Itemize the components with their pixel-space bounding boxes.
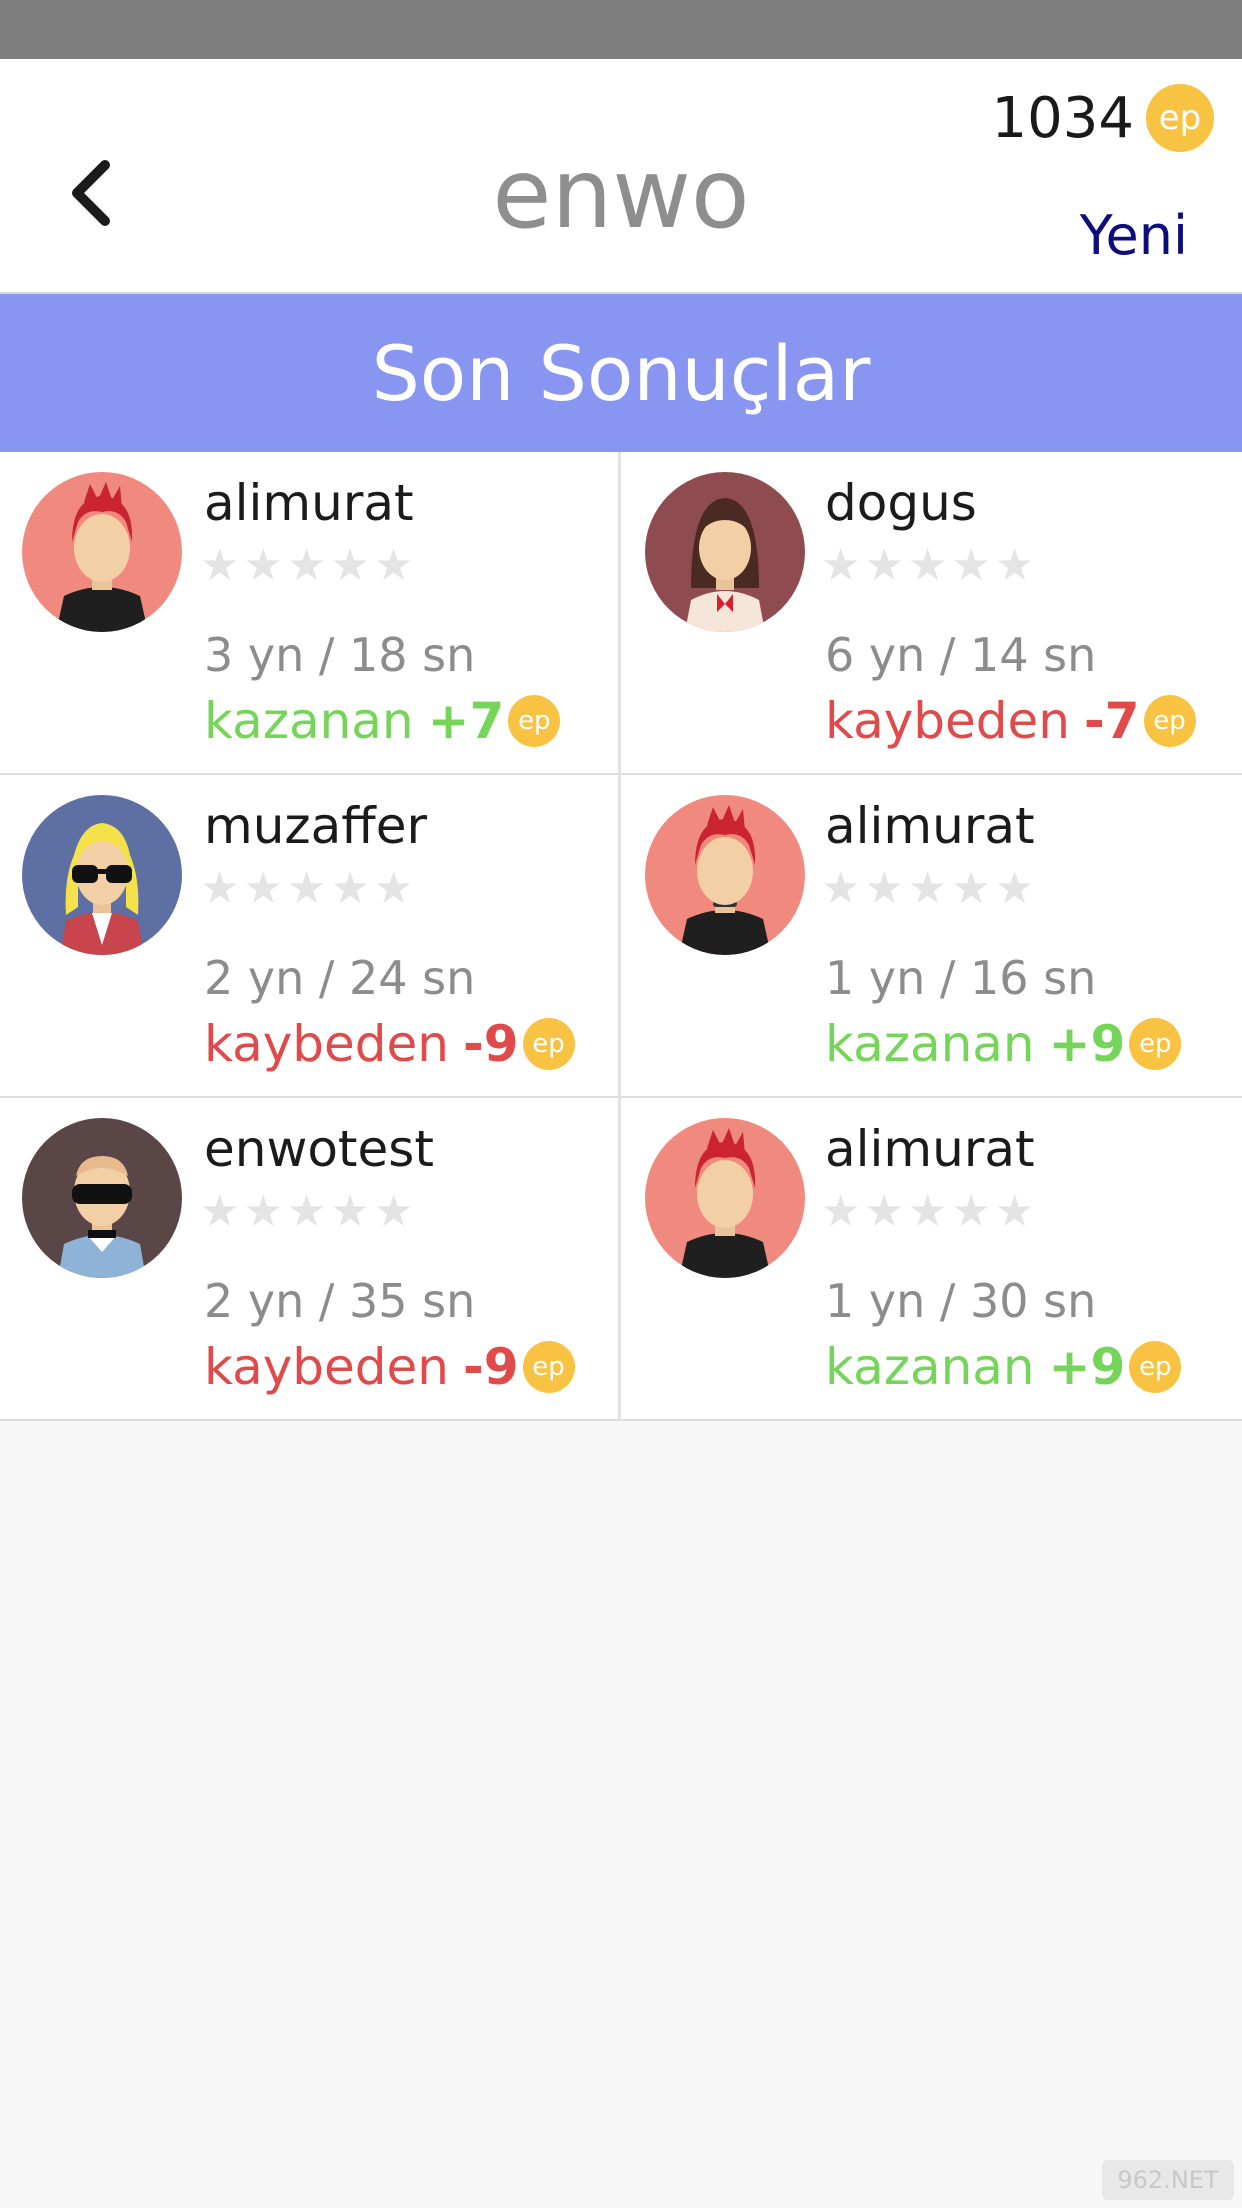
username: muzaffer	[204, 797, 428, 855]
star-icon: ★	[994, 1186, 1035, 1237]
star-rating: ★ ★ ★ ★ ★	[821, 867, 1038, 911]
points-delta: -7	[1084, 692, 1140, 750]
star-icon: ★	[994, 540, 1035, 591]
star-icon: ★	[994, 863, 1035, 914]
match-result: kazanan +9 ep	[825, 1013, 1182, 1075]
result-card[interactable]: enwotest ★ ★ ★ ★ ★ 2 yn / 35 sn kaybeden…	[0, 1098, 621, 1421]
points-delta: -9	[463, 1015, 519, 1073]
match-result: kaybeden -9 ep	[204, 1013, 575, 1075]
star-rating: ★ ★ ★ ★ ★	[821, 1190, 1038, 1234]
star-rating: ★ ★ ★ ★ ★	[821, 544, 1038, 588]
star-icon: ★	[864, 540, 904, 591]
section-banner: Son Sonuçlar	[0, 294, 1242, 452]
points-delta: +7	[427, 692, 505, 750]
username: alimurat	[825, 1120, 1035, 1178]
page-title: enwo	[492, 138, 750, 250]
username: dogus	[825, 474, 977, 532]
ep-coin-icon: ep	[522, 1341, 575, 1393]
ep-coin-icon: ep	[1146, 84, 1214, 152]
star-icon: ★	[373, 1186, 414, 1237]
match-stat: 2 yn / 35 sn	[204, 1274, 476, 1328]
ep-coin-icon: ep	[1143, 695, 1196, 747]
star-icon: ★	[330, 863, 370, 914]
match-result: kazanan +7 ep	[204, 690, 561, 752]
avatar	[22, 1118, 182, 1278]
avatar	[645, 795, 805, 955]
star-icon: ★	[907, 540, 948, 591]
star-icon: ★	[330, 540, 370, 591]
points-delta: +9	[1048, 1338, 1126, 1396]
star-icon: ★	[373, 540, 414, 591]
star-icon: ★	[200, 540, 240, 591]
avatar	[22, 795, 182, 955]
star-icon: ★	[907, 1186, 948, 1237]
points-value: 1034	[991, 85, 1134, 151]
result-label: kazanan	[204, 692, 414, 750]
section-title: Son Sonuçlar	[371, 328, 871, 418]
points-display: 1034 ep	[991, 84, 1214, 152]
star-icon: ★	[821, 863, 861, 914]
star-icon: ★	[821, 1186, 861, 1237]
star-icon: ★	[864, 863, 904, 914]
ep-coin-icon: ep	[1129, 1018, 1182, 1070]
star-icon: ★	[200, 863, 240, 914]
star-icon: ★	[243, 540, 283, 591]
new-game-button[interactable]: Yeni	[1080, 204, 1188, 267]
status-bar	[0, 0, 1242, 59]
top-bar: enwo 1034 ep Yeni	[0, 59, 1242, 294]
avatar	[22, 472, 182, 632]
star-rating: ★ ★ ★ ★ ★	[200, 867, 417, 911]
star-icon: ★	[951, 1186, 991, 1237]
match-result: kaybeden -9 ep	[204, 1336, 575, 1398]
result-label: kaybeden	[825, 692, 1070, 750]
star-icon: ★	[907, 863, 948, 914]
avatar	[645, 1118, 805, 1278]
result-card[interactable]: alimurat ★ ★ ★ ★ ★ 1 yn / 30 sn kazanan …	[621, 1098, 1242, 1421]
star-icon: ★	[951, 863, 991, 914]
result-card[interactable]: muzaffer ★ ★ ★ ★ ★ 2 yn / 24 sn kaybeden…	[0, 775, 621, 1098]
results-grid: alimurat ★ ★ ★ ★ ★ 3 yn / 18 sn kazanan …	[0, 452, 1242, 1421]
result-card[interactable]: alimurat ★ ★ ★ ★ ★ 1 yn / 16 sn kazanan …	[621, 775, 1242, 1098]
star-icon: ★	[821, 540, 861, 591]
star-icon: ★	[243, 863, 283, 914]
result-label: kaybeden	[204, 1338, 449, 1396]
result-label: kaybeden	[204, 1015, 449, 1073]
star-rating: ★ ★ ★ ★ ★	[200, 1190, 417, 1234]
match-stat: 2 yn / 24 sn	[204, 951, 476, 1005]
star-icon: ★	[286, 540, 327, 591]
star-rating: ★ ★ ★ ★ ★	[200, 544, 417, 588]
match-stat: 6 yn / 14 sn	[825, 628, 1097, 682]
match-result: kaybeden -7 ep	[825, 690, 1196, 752]
username: enwotest	[204, 1120, 434, 1178]
points-delta: +9	[1048, 1015, 1126, 1073]
star-icon: ★	[243, 1186, 283, 1237]
result-card[interactable]: alimurat ★ ★ ★ ★ ★ 3 yn / 18 sn kazanan …	[0, 452, 621, 775]
username: alimurat	[825, 797, 1035, 855]
match-stat: 1 yn / 30 sn	[825, 1274, 1097, 1328]
ep-coin-icon: ep	[1129, 1341, 1182, 1393]
result-card[interactable]: dogus ★ ★ ★ ★ ★ 6 yn / 14 sn kaybeden -7…	[621, 452, 1242, 775]
star-icon: ★	[286, 1186, 327, 1237]
match-stat: 3 yn / 18 sn	[204, 628, 476, 682]
star-icon: ★	[864, 1186, 904, 1237]
ep-coin-icon: ep	[508, 695, 561, 747]
star-icon: ★	[200, 1186, 240, 1237]
result-label: kazanan	[825, 1015, 1035, 1073]
avatar	[645, 472, 805, 632]
star-icon: ★	[330, 1186, 370, 1237]
watermark-logo: 962.NET	[1102, 2160, 1234, 2200]
result-label: kazanan	[825, 1338, 1035, 1396]
match-stat: 1 yn / 16 sn	[825, 951, 1097, 1005]
username: alimurat	[204, 474, 414, 532]
ep-coin-icon: ep	[522, 1018, 575, 1070]
star-icon: ★	[286, 863, 327, 914]
points-delta: -9	[463, 1338, 519, 1396]
star-icon: ★	[373, 863, 414, 914]
match-result: kazanan +9 ep	[825, 1336, 1182, 1398]
star-icon: ★	[951, 540, 991, 591]
